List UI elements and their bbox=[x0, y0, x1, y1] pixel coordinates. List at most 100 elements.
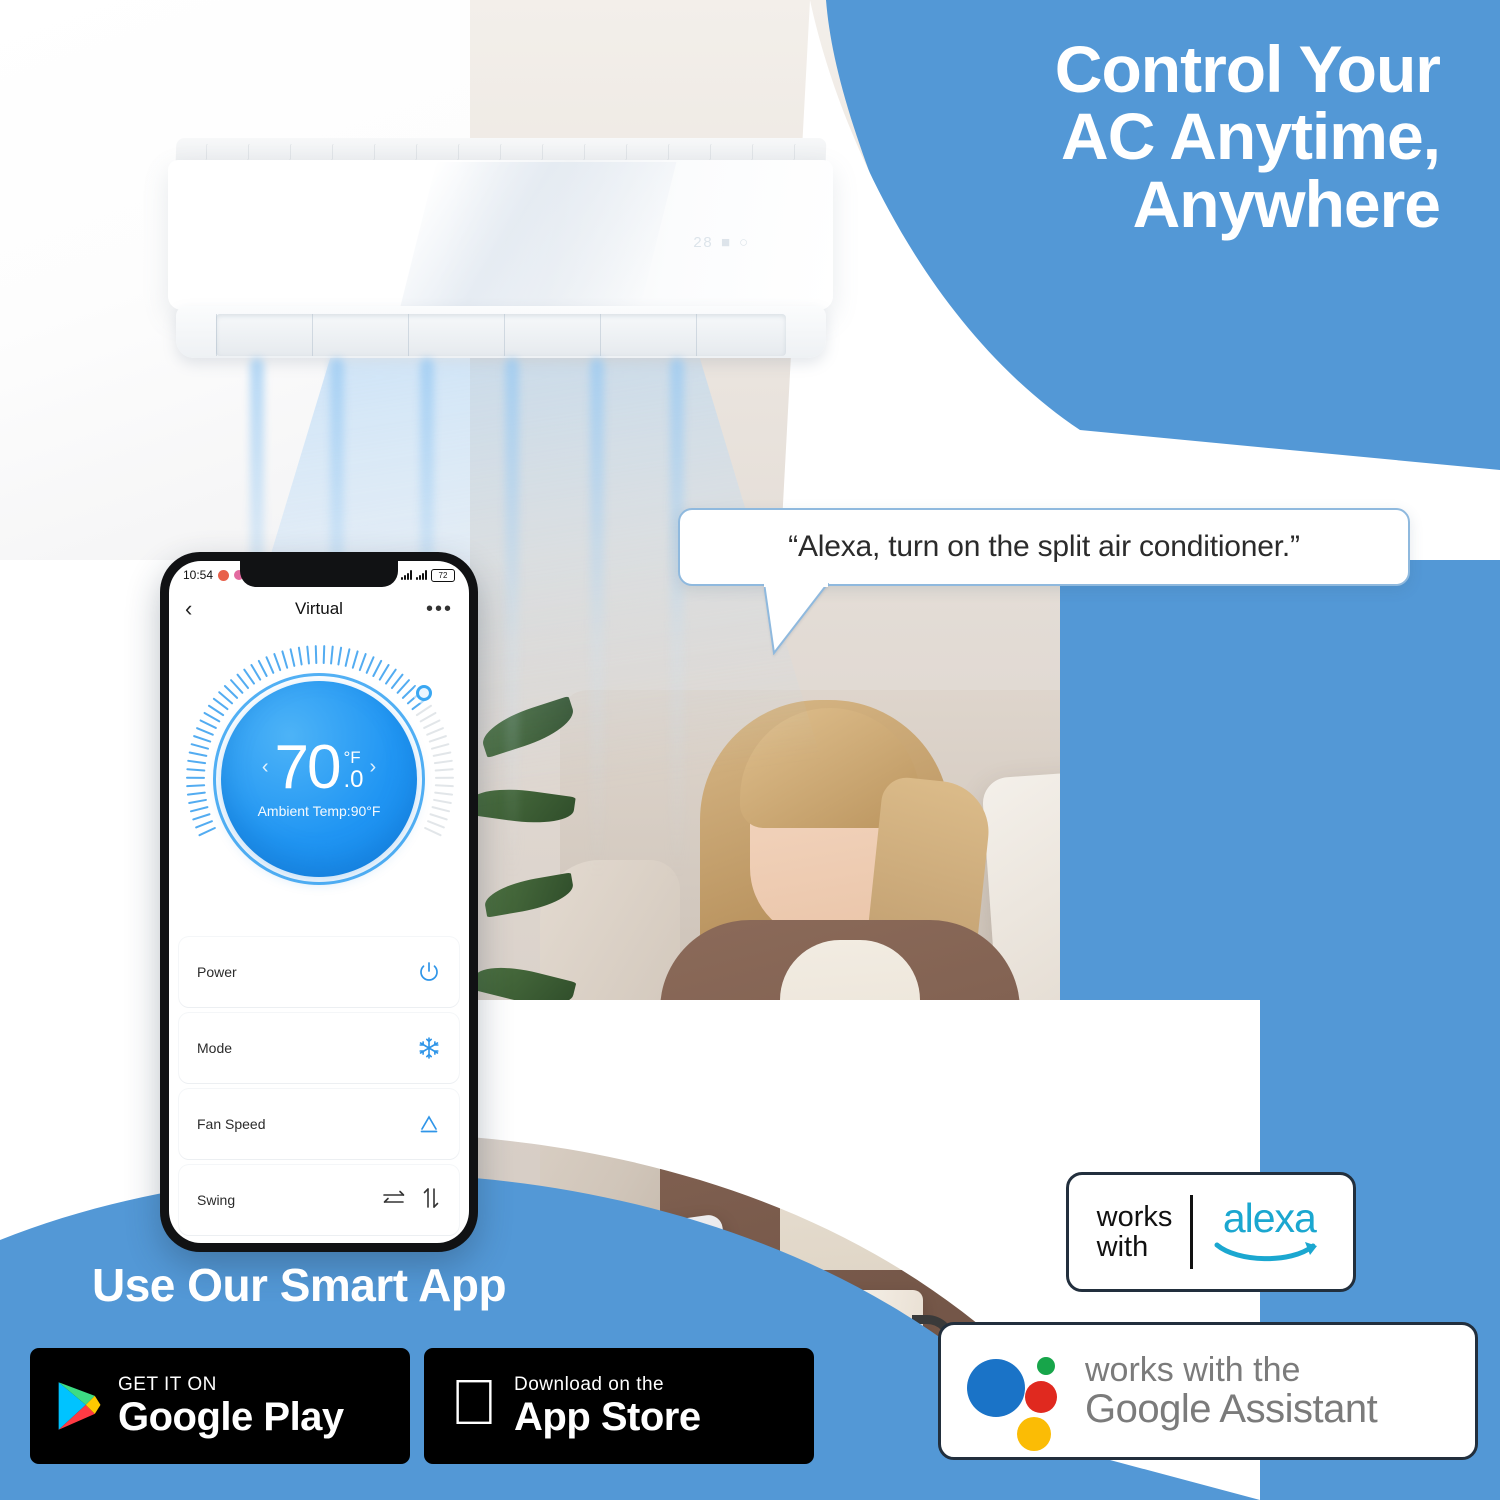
dial-tick bbox=[429, 813, 448, 821]
swing-vertical-icon[interactable] bbox=[421, 1186, 441, 1215]
ambient-temperature-label: Ambient Temp:90°F bbox=[257, 803, 381, 820]
temperature-decimal: .0 bbox=[343, 766, 364, 794]
control-label: Power bbox=[197, 964, 237, 980]
battery-icon: 72 bbox=[431, 568, 455, 582]
control-row-swing[interactable]: Swing bbox=[179, 1165, 459, 1235]
apple-icon:  bbox=[450, 1370, 498, 1434]
snowflake-icon[interactable] bbox=[417, 1036, 441, 1060]
ac-top-vents bbox=[205, 144, 807, 160]
dial-tick bbox=[351, 650, 359, 669]
dial-tick bbox=[314, 645, 318, 665]
smart-app-heading: Use Our Smart App bbox=[92, 1259, 507, 1311]
device-controls-list: Power Mode Fan Speed Swing bbox=[169, 929, 469, 1235]
dial-tick bbox=[358, 652, 367, 672]
dial-tick bbox=[344, 648, 351, 668]
control-label: Mode bbox=[197, 1040, 233, 1056]
dial-tick bbox=[329, 645, 334, 665]
badge-bottom-text: Google Play bbox=[118, 1395, 344, 1439]
smartphone-mockup: 10:54 72 ‹ Virtual ••• ‹ 70 °F .0 › Ambi… bbox=[160, 552, 478, 1252]
dial-tick bbox=[188, 751, 208, 758]
app-store-badge[interactable]:  Download on the App Store bbox=[424, 1348, 814, 1464]
status-bar-time: 10:54 bbox=[183, 568, 214, 582]
control-label: Fan Speed bbox=[197, 1116, 266, 1132]
control-row-fan-speed[interactable]: Fan Speed bbox=[179, 1089, 459, 1159]
ac-air-louver bbox=[216, 314, 786, 356]
dial-handle[interactable] bbox=[416, 685, 432, 701]
dial-tick bbox=[432, 798, 452, 805]
temperature-dial[interactable]: ‹ 70 °F .0 › Ambient Temp:90°F bbox=[185, 645, 455, 913]
dial-tick bbox=[189, 805, 209, 813]
dial-tick bbox=[188, 798, 208, 805]
airflow-stream bbox=[505, 358, 519, 878]
ac-light-reflection bbox=[399, 162, 677, 310]
dial-tick bbox=[432, 751, 452, 758]
badge-bottom-text: App Store bbox=[466, 1395, 701, 1439]
control-row-mode[interactable]: Mode bbox=[179, 1013, 459, 1083]
works-with-alexa-badge: works with alexa bbox=[1066, 1172, 1356, 1292]
google-assistant-label: works with the Google Assistant bbox=[1085, 1350, 1378, 1431]
airflow-stream bbox=[670, 358, 684, 878]
thermostat-dial-area: ‹ 70 °F .0 › Ambient Temp:90°F bbox=[169, 629, 469, 929]
dial-tick bbox=[428, 734, 448, 743]
dial-tick bbox=[186, 791, 206, 796]
works-with-line-1: works bbox=[1096, 1200, 1173, 1233]
page-title: Control Your AC Anytime, Anywhere bbox=[1054, 32, 1441, 238]
dial-tick bbox=[434, 791, 454, 796]
dial-tick bbox=[433, 759, 453, 765]
badge-top-text: Download on the bbox=[466, 1374, 664, 1395]
dial-tick bbox=[306, 645, 311, 665]
temperature-unit: °F bbox=[343, 748, 361, 768]
dial-tick bbox=[434, 776, 455, 779]
works-with-google-assistant-badge: works with the Google Assistant bbox=[938, 1322, 1478, 1460]
dial-tick bbox=[192, 734, 212, 743]
dial-tick bbox=[431, 805, 451, 813]
app-top-bar: ‹ Virtual ••• bbox=[169, 589, 469, 629]
dial-tick bbox=[289, 648, 296, 668]
control-row-power[interactable]: Power bbox=[179, 937, 459, 1007]
badge-top-text: GET IT ON bbox=[118, 1374, 217, 1395]
dial-tick bbox=[257, 659, 268, 678]
dial-tick bbox=[423, 826, 442, 837]
ac-display-value: 28 bbox=[693, 234, 714, 252]
auto-fan-icon[interactable] bbox=[417, 1112, 441, 1136]
control-label: Swing bbox=[197, 1192, 236, 1208]
airflow-stream bbox=[590, 358, 604, 878]
headline-line-1: Control Your bbox=[1054, 32, 1441, 106]
dial-tick bbox=[187, 759, 207, 765]
dial-tick bbox=[430, 742, 450, 750]
google-badge-line-1: works with the bbox=[1085, 1350, 1301, 1389]
swing-horizontal-icon[interactable] bbox=[381, 1187, 407, 1214]
dial-tick bbox=[194, 819, 214, 829]
ac-display-indicator: ■ bbox=[721, 234, 732, 252]
dial-tick bbox=[198, 826, 217, 837]
voice-command-bubble: “Alexa, turn on the split air conditione… bbox=[678, 508, 1410, 586]
phone-notch bbox=[240, 561, 398, 587]
phone-screen: 10:54 72 ‹ Virtual ••• ‹ 70 °F .0 › Ambi… bbox=[169, 561, 469, 1243]
target-temperature-value: 70 bbox=[274, 732, 342, 802]
google-badge-line-2: Google Assistant bbox=[1085, 1386, 1378, 1431]
alexa-wordmark: alexa bbox=[1222, 1195, 1317, 1242]
voice-command-text: “Alexa, turn on the split air conditione… bbox=[788, 530, 1300, 563]
dial-tick bbox=[425, 726, 445, 736]
works-with-line-2: with bbox=[1096, 1231, 1149, 1263]
signal-icon bbox=[401, 570, 412, 580]
dial-tick bbox=[199, 719, 218, 730]
decrease-temperature-button[interactable]: ‹ bbox=[262, 756, 269, 779]
dial-tick bbox=[322, 645, 326, 665]
ac-display-ring: ○ bbox=[739, 234, 750, 252]
dial-tick bbox=[426, 819, 446, 829]
google-assistant-icon bbox=[967, 1345, 1063, 1451]
notification-icon bbox=[218, 569, 230, 581]
dial-tick bbox=[281, 650, 289, 669]
power-icon[interactable] bbox=[417, 960, 441, 984]
app-store-badges: GET IT ON Google Play  Download on the … bbox=[30, 1348, 814, 1464]
dial-tick bbox=[186, 768, 206, 772]
amazon-smile-icon bbox=[1214, 1241, 1318, 1261]
increase-temperature-button[interactable]: › bbox=[369, 756, 376, 779]
google-play-badge[interactable]: GET IT ON Google Play bbox=[30, 1348, 410, 1464]
google-play-icon bbox=[58, 1382, 101, 1430]
dial-tick bbox=[434, 768, 454, 772]
dial-face[interactable]: ‹ 70 °F .0 › Ambient Temp:90°F bbox=[221, 681, 417, 877]
dial-tick bbox=[186, 784, 206, 788]
poster-canvas: 28 ■ ○ Control Your AC Anytime, Anywhere… bbox=[0, 0, 1500, 1500]
